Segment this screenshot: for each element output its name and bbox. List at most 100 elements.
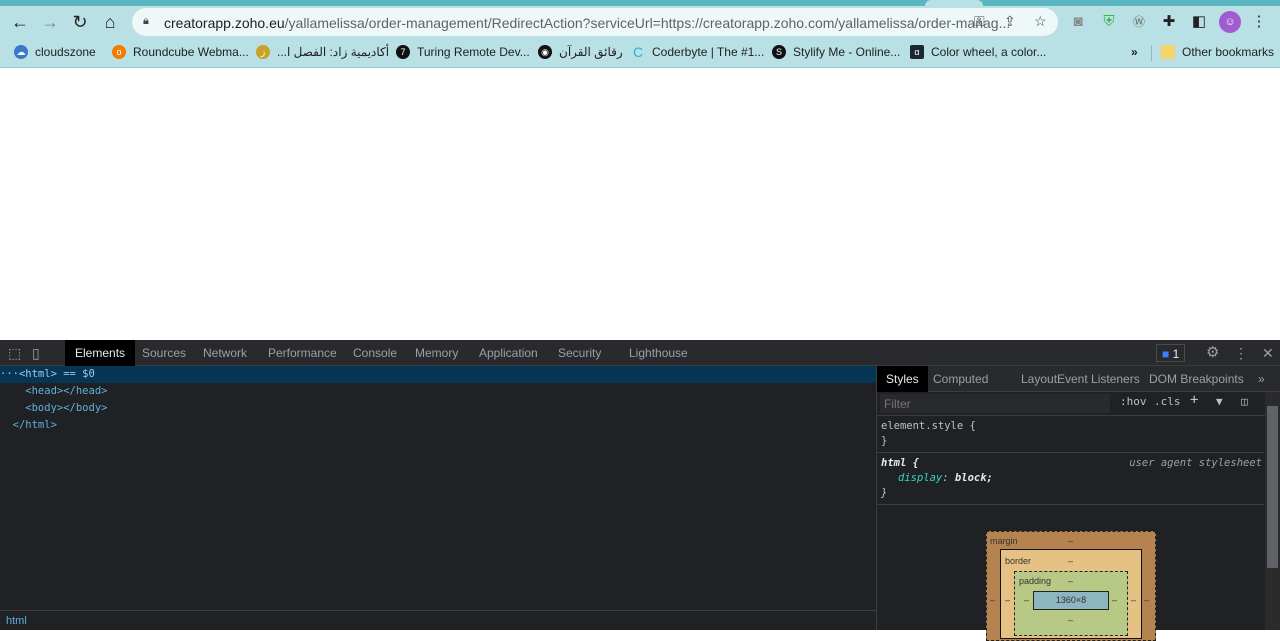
tab-security[interactable]: Security — [548, 340, 611, 366]
back-icon[interactable]: ← — [8, 10, 32, 34]
url-host: creatorapp.zoho.eu — [164, 15, 285, 31]
dom-node-head[interactable]: <head></head> — [0, 383, 876, 400]
css-value[interactable]: block; — [955, 472, 993, 484]
forward-icon[interactable]: → — [38, 10, 62, 34]
dom-node-html[interactable]: ···<html> == $0 — [0, 366, 876, 383]
extensions-puzzle-icon[interactable]: ✚ — [1158, 10, 1180, 34]
bookmark-item[interactable]: S Stylify Me - Online... — [772, 45, 900, 59]
menu-kebab-icon[interactable]: ⋮ — [1248, 10, 1270, 34]
border-label: border — [1005, 556, 1032, 566]
margin-top-value: – — [1068, 536, 1074, 546]
bookmarks-overflow-button[interactable]: » — [1131, 45, 1138, 59]
browser-toolbar: ← → ↻ ⌂ 🔒︎ creatorapp.zoho.eu/yallamelis… — [0, 6, 1280, 38]
bookmark-label: Other bookmarks — [1182, 45, 1275, 59]
padding-bottom-value: – — [1068, 615, 1074, 625]
issues-button[interactable]: ■ 1 — [1156, 344, 1186, 362]
close-devtools-icon[interactable]: ✕ — [1252, 340, 1280, 366]
margin-label: margin — [990, 536, 1018, 546]
box-content-size[interactable]: 1360×8 — [1033, 591, 1109, 610]
stylify-icon: S — [772, 45, 786, 59]
padding-left-value: – — [1024, 595, 1030, 605]
tab-application[interactable]: Application — [469, 340, 548, 366]
shield-extension-icon[interactable]: ⛨ — [1098, 10, 1120, 34]
home-icon[interactable]: ⌂ — [98, 10, 122, 34]
bookmark-label: Roundcube Webma... — [133, 45, 249, 59]
star-icon[interactable]: ☆ — [1034, 13, 1047, 30]
tab-styles[interactable]: Styles — [877, 366, 928, 392]
key-icon[interactable]: ⚿ — [974, 13, 985, 30]
cloud-icon: ☁ — [14, 45, 28, 59]
bookmark-label: Turing Remote Dev... — [417, 45, 530, 59]
globe-icon: ◉ — [538, 45, 552, 59]
tab-lighthouse[interactable]: Lighthouse — [619, 340, 698, 366]
devtools-tabbar: ⬚ ▯ Elements Sources Network Performance… — [0, 340, 1280, 366]
bookmarks-bar: ☁ cloudszone o Roundcube Webma... ز أكاديمي… — [0, 38, 1280, 68]
cls-toggle[interactable]: .cls — [1154, 395, 1181, 408]
tab-computed[interactable]: Computed — [924, 366, 997, 392]
filter-row: :hov .cls + ▼ ◫ — [877, 392, 1280, 416]
share-icon[interactable]: ⇪ — [1004, 13, 1016, 30]
border-top-value: – — [1068, 556, 1074, 566]
hov-toggle[interactable]: :hov — [1120, 395, 1147, 408]
zad-icon: ز — [256, 45, 270, 59]
dom-node-html-close[interactable]: </html> — [0, 417, 876, 434]
bookmark-item[interactable]: ز أكاديمية زاد: الفصل ا... — [256, 45, 389, 59]
tab-memory[interactable]: Memory — [405, 340, 468, 366]
bookmark-label: Coderbyte | The #1... — [652, 45, 765, 59]
bookmark-item[interactable]: ☁ cloudszone — [14, 45, 96, 59]
padding-label: padding — [1019, 576, 1052, 586]
tab-performance[interactable]: Performance — [258, 340, 347, 366]
breadcrumb: html — [0, 610, 876, 630]
rule-close: } — [881, 435, 888, 447]
toggle-sidebar-icon[interactable]: ◫ — [1241, 395, 1248, 408]
dom-node-body[interactable]: <body></body> — [0, 400, 876, 417]
tab-elements[interactable]: Elements — [65, 340, 136, 366]
paint-icon[interactable]: ▼ — [1216, 395, 1223, 408]
bookmark-item[interactable]: o Roundcube Webma... — [112, 45, 249, 59]
scrollbar-thumb[interactable] — [1267, 406, 1278, 568]
divider — [1151, 45, 1152, 61]
bookmark-label: رقائق القرآن — [559, 45, 623, 59]
bookmark-item[interactable]: C Coderbyte | The #1... — [631, 45, 764, 59]
css-property[interactable]: display — [898, 472, 942, 484]
html-rule: html {user agent stylesheet display: blo… — [877, 453, 1264, 505]
url-text[interactable]: creatorapp.zoho.eu/yallamelissa/order-ma… — [164, 15, 1010, 31]
styles-filter-input[interactable] — [880, 394, 1110, 413]
bookmark-label: Stylify Me - Online... — [793, 45, 901, 59]
tab-console[interactable]: Console — [343, 340, 407, 366]
other-bookmarks[interactable]: Other bookmarks — [1161, 45, 1274, 59]
tab-sources[interactable]: Sources — [132, 340, 196, 366]
issues-count: 1 — [1172, 347, 1180, 361]
padding-right-value: – — [1112, 595, 1118, 605]
turing-icon: 7 — [396, 45, 410, 59]
rule-source: user agent stylesheet — [1129, 457, 1262, 469]
bookmark-item[interactable]: α Color wheel, a color... — [910, 45, 1046, 59]
reload-icon[interactable]: ↻ — [68, 10, 92, 34]
profile-avatar[interactable]: ☺ — [1219, 11, 1241, 33]
new-rule-plus-icon[interactable]: + — [1190, 392, 1198, 408]
margin-left-value: – — [990, 595, 996, 605]
tab-dom-breakpoints[interactable]: DOM Breakpoints — [1140, 366, 1253, 392]
more-tabs-icon[interactable]: » — [1249, 366, 1274, 392]
coderbyte-icon: C — [632, 44, 644, 60]
rule-close: } — [881, 487, 888, 499]
rule-selector[interactable]: html { — [881, 457, 919, 469]
bookmark-label: Color wheel, a color... — [931, 45, 1047, 59]
address-bar[interactable]: 🔒︎ creatorapp.zoho.eu/yallamelissa/order… — [132, 8, 1058, 36]
styles-scrollbar[interactable] — [1265, 392, 1280, 630]
bookmark-item[interactable]: ◉ رقائق القرآن — [538, 45, 623, 59]
wordpress-icon[interactable]: Ⓦ — [1128, 10, 1150, 34]
styles-tabbar: Styles Computed Layout Event Listeners D… — [877, 366, 1280, 392]
camera-icon[interactable]: ◙ — [1067, 10, 1089, 34]
folder-icon — [1161, 45, 1175, 59]
device-toolbar-icon[interactable]: ▯ — [24, 340, 48, 366]
breadcrumb-item-html[interactable]: html — [6, 615, 27, 627]
margin-right-value: – — [1144, 595, 1150, 605]
bookmark-label: cloudszone — [35, 45, 96, 59]
side-panel-icon[interactable]: ◧ — [1188, 10, 1210, 34]
tab-network[interactable]: Network — [193, 340, 257, 366]
lock-icon[interactable]: 🔒︎ — [143, 15, 149, 28]
bookmark-item[interactable]: 7 Turing Remote Dev... — [396, 45, 530, 59]
tab-event-listeners[interactable]: Event Listeners — [1048, 366, 1149, 392]
rule-selector[interactable]: element.style { — [881, 419, 1260, 434]
